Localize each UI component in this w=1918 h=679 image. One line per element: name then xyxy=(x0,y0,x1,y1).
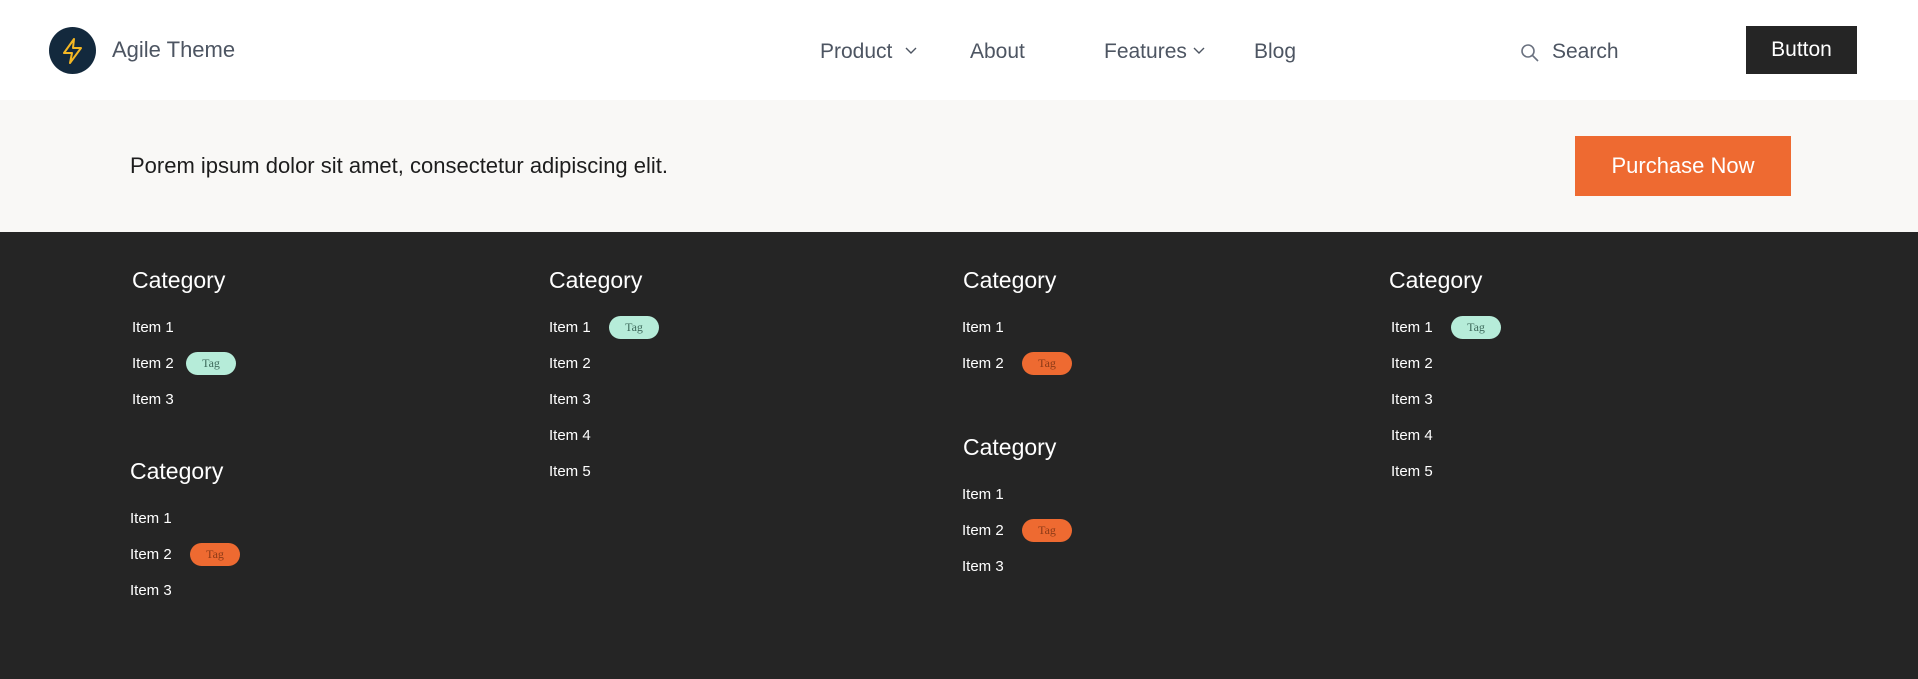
footer-link[interactable]: Item 5 xyxy=(549,463,591,480)
footer-link[interactable]: Item 2 xyxy=(962,355,1004,372)
chevron-down-icon[interactable] xyxy=(905,47,917,55)
header-button[interactable]: Button xyxy=(1746,26,1857,74)
footer-link[interactable]: Item 1 xyxy=(962,319,1004,336)
footer-link[interactable]: Item 2 xyxy=(962,522,1004,539)
tag-badge: Tag xyxy=(609,316,659,339)
footer-link[interactable]: Item 2 xyxy=(132,355,174,372)
brand-name[interactable]: Agile Theme xyxy=(112,37,235,63)
category-title: Category xyxy=(963,267,1057,293)
footer-link[interactable]: Item 2 xyxy=(549,355,591,372)
category-title: Category xyxy=(549,267,643,293)
footer-link[interactable]: Item 3 xyxy=(549,391,591,408)
search-icon xyxy=(1521,44,1539,62)
chevron-down-icon[interactable] xyxy=(1193,47,1205,55)
category-title: Category xyxy=(963,434,1057,460)
site-header: Agile Theme Product About Features Blog … xyxy=(0,0,1918,100)
search-label[interactable]: Search xyxy=(1552,40,1619,64)
category-title: Category xyxy=(130,458,224,484)
nav-product[interactable]: Product xyxy=(820,40,892,64)
footer-link[interactable]: Item 3 xyxy=(1391,391,1433,408)
tag-badge: Tag xyxy=(190,543,240,566)
footer-link[interactable]: Item 2 xyxy=(130,546,172,563)
footer-link[interactable]: Item 3 xyxy=(132,391,174,408)
footer-link[interactable]: Item 1 xyxy=(1391,319,1433,336)
tag-badge: Tag xyxy=(1022,352,1072,375)
category-title: Category xyxy=(1389,267,1483,293)
nav-blog[interactable]: Blog xyxy=(1254,40,1296,64)
footer-link[interactable]: Item 1 xyxy=(962,486,1004,503)
footer-link[interactable]: Item 3 xyxy=(130,582,172,599)
logo[interactable] xyxy=(49,27,96,74)
tag-badge: Tag xyxy=(186,352,236,375)
nav-about[interactable]: About xyxy=(970,40,1025,64)
lightning-bolt-icon xyxy=(63,38,82,64)
nav-features[interactable]: Features xyxy=(1104,40,1187,64)
footer-link[interactable]: Item 1 xyxy=(549,319,591,336)
footer-link[interactable]: Item 1 xyxy=(132,319,174,336)
footer-link[interactable]: Item 5 xyxy=(1391,463,1433,480)
promo-banner: Porem ipsum dolor sit amet, consectetur … xyxy=(0,100,1918,232)
footer-link[interactable]: Item 1 xyxy=(130,510,172,527)
footer-link[interactable]: Item 4 xyxy=(1391,427,1433,444)
footer-link[interactable]: Item 3 xyxy=(962,558,1004,575)
category-title: Category xyxy=(132,267,226,293)
tag-badge: Tag xyxy=(1022,519,1072,542)
footer-link[interactable]: Item 4 xyxy=(549,427,591,444)
purchase-now-button[interactable]: Purchase Now xyxy=(1575,136,1791,196)
tag-badge: Tag xyxy=(1451,316,1501,339)
footer-link[interactable]: Item 2 xyxy=(1391,355,1433,372)
promo-text: Porem ipsum dolor sit amet, consectetur … xyxy=(130,153,669,178)
